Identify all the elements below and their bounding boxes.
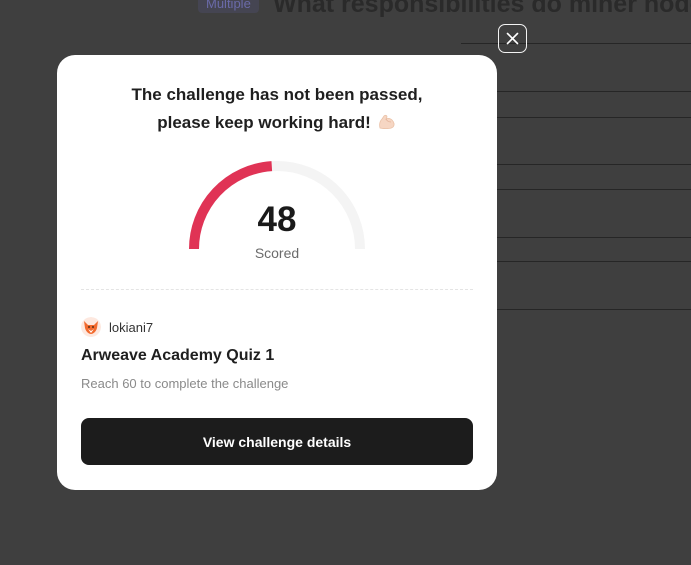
- view-challenge-details-button[interactable]: View challenge details: [81, 418, 473, 465]
- divider: [81, 289, 473, 290]
- close-button[interactable]: [498, 24, 527, 53]
- score-value: 48: [257, 200, 297, 239]
- author-username: lokiani7: [109, 319, 154, 335]
- author-row[interactable]: lokiani7: [81, 317, 153, 337]
- question-title: What responsibilities do miner nodes: [273, 0, 691, 18]
- result-headline: The challenge has not been passed, pleas…: [57, 81, 497, 137]
- fox-avatar-icon: [81, 317, 101, 337]
- close-icon: [506, 32, 519, 45]
- question-type-tag: Multiple: [198, 0, 259, 13]
- headline-line-1: The challenge has not been passed,: [131, 85, 423, 104]
- divider-line: [461, 43, 691, 44]
- quiz-title: Arweave Academy Quiz 1: [81, 347, 275, 364]
- score-label: Scored: [254, 245, 300, 261]
- headline-line-2: please keep working hard!: [157, 113, 371, 132]
- result-modal: The challenge has not been passed, pleas…: [57, 55, 497, 490]
- flexed-biceps-icon: [378, 114, 395, 130]
- requirement-text: Reach 60 to complete the challenge: [81, 376, 289, 391]
